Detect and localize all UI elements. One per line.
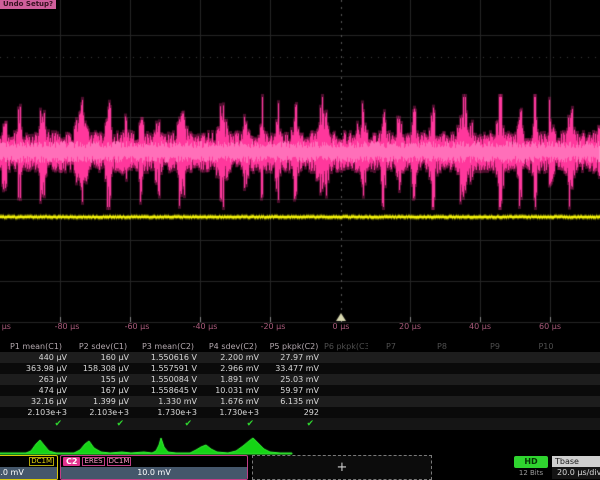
status-check-icon: ✔: [0, 418, 72, 430]
measure-value: 1.891 mV: [202, 374, 264, 385]
histicon-strip[interactable]: [0, 432, 600, 456]
c2-label-chip: C2: [63, 457, 80, 466]
measure-value: 32.16 µV: [0, 396, 72, 407]
measurement-row-min: 263 µV 155 µV 1.550084 V 1.891 mV 25.03 …: [0, 374, 600, 385]
undo-setup-button[interactable]: Undo Setup?: [0, 0, 56, 9]
time-tick-label: 40 µs: [469, 322, 491, 331]
measure-value: 474 µV: [0, 385, 72, 396]
measure-value: 155 µV: [72, 374, 134, 385]
c1-coupling-badge: DC1M: [29, 457, 54, 466]
measure-value: 1.399 µV: [72, 396, 134, 407]
measure-value: 2.103e+3: [0, 407, 72, 418]
measure-value: 2.966 mV: [202, 363, 264, 374]
measure-value: 1.330 mV: [134, 396, 202, 407]
measure-value: 1.550084 V: [134, 374, 202, 385]
waveform-display[interactable]: [0, 0, 600, 340]
measurement-table: P1 mean(C1) P2 sdev(C1) P3 mean(C2) P4 s…: [0, 341, 600, 430]
measure-value: 27.97 mV: [264, 352, 324, 363]
measure-value: 1.550616 V: [134, 352, 202, 363]
hd-mode-badge[interactable]: HD: [514, 456, 548, 468]
status-check-icon: ✔: [134, 418, 202, 430]
measurement-row-sdev: 32.16 µV 1.399 µV 1.330 mV 1.676 mV 6.13…: [0, 396, 600, 407]
time-tick-label: -20 µs: [261, 322, 286, 331]
param-header-p5[interactable]: P5 pkpk(C2): [264, 341, 324, 352]
c2-scale: 10.0 mV: [61, 467, 247, 479]
measure-value: 6.135 mV: [264, 396, 324, 407]
measure-value: 25.03 mV: [264, 374, 324, 385]
oscilloscope-screen: Undo Setup? -100 µs -80 µs -60 µs -40 µs…: [0, 0, 600, 480]
param-header-p8[interactable]: P8: [414, 341, 470, 352]
measure-value: 263 µV: [0, 374, 72, 385]
time-tick-label: -100 µs: [0, 322, 11, 331]
measure-value: 1.676 mV: [202, 396, 264, 407]
measure-value: 1.557591 V: [134, 363, 202, 374]
c1-scale: 10.0 mV: [0, 467, 57, 479]
time-tick-label: -40 µs: [193, 322, 218, 331]
param-header-p2[interactable]: P2 sdev(C1): [72, 341, 134, 352]
measure-value: 33.477 mV: [264, 363, 324, 374]
status-check-icon: ✔: [264, 418, 324, 430]
measurement-row-value: 440 µV 160 µV 1.550616 V 2.200 mV 27.97 …: [0, 352, 600, 363]
timebase-title: Tbase: [552, 456, 600, 467]
measure-value: 1.730e+3: [202, 407, 264, 418]
status-check-icon: ✔: [72, 418, 134, 430]
measure-value: 59.97 mV: [264, 385, 324, 396]
measure-value: 1.730e+3: [134, 407, 202, 418]
param-header-p10[interactable]: P10: [520, 341, 572, 352]
param-header-p3[interactable]: P3 mean(C2): [134, 341, 202, 352]
c2-coupling-badge: DC1M: [107, 457, 132, 466]
measure-value: 2.200 mV: [202, 352, 264, 363]
measure-value: 292: [264, 407, 324, 418]
channel-c1-descriptor[interactable]: DC1M 10.0 mV: [0, 455, 58, 480]
param-header-p7[interactable]: P7: [368, 341, 414, 352]
measurement-header-row: P1 mean(C1) P2 sdev(C1) P3 mean(C2) P4 s…: [0, 341, 600, 352]
measurement-row-max: 474 µV 167 µV 1.558645 V 10.031 mV 59.97…: [0, 385, 600, 396]
time-tick-label: -60 µs: [125, 322, 150, 331]
measure-value: 2.103e+3: [72, 407, 134, 418]
measure-value: 10.031 mV: [202, 385, 264, 396]
time-tick-label: 60 µs: [539, 322, 561, 331]
time-tick-label: 0 µs: [333, 322, 350, 331]
measure-value: 363.98 µV: [0, 363, 72, 374]
measurement-row-num: 2.103e+3 2.103e+3 1.730e+3 1.730e+3 292: [0, 407, 600, 418]
c2-eres-badge: ERES: [82, 457, 104, 466]
timebase-scale: 20.0 µs/div: [552, 467, 600, 479]
measurement-row-status: ✔ ✔ ✔ ✔ ✔: [0, 418, 600, 430]
measurement-row-mean: 363.98 µV 158.308 µV 1.557591 V 2.966 mV…: [0, 363, 600, 374]
measure-value: 1.558645 V: [134, 385, 202, 396]
time-tick-label: -80 µs: [55, 322, 80, 331]
add-trace-button[interactable]: +: [252, 455, 432, 480]
measure-value: 167 µV: [72, 385, 134, 396]
param-header-p4[interactable]: P4 sdev(C2): [202, 341, 264, 352]
measure-value: 158.308 µV: [72, 363, 134, 374]
param-header-p1[interactable]: P1 mean(C1): [0, 341, 72, 352]
measure-value: 440 µV: [0, 352, 72, 363]
status-check-icon: ✔: [202, 418, 264, 430]
timebase-descriptor[interactable]: Tbase 20.0 µs/div: [552, 456, 600, 479]
hd-bits-label: 12 Bits: [512, 469, 550, 477]
channel-c2-descriptor[interactable]: C2 ERES DC1M 10.0 mV: [60, 455, 248, 480]
param-header-p9[interactable]: P9: [470, 341, 520, 352]
time-tick-label: 20 µs: [399, 322, 421, 331]
param-header-p6[interactable]: P6 pkpk(C3): [324, 341, 368, 352]
measure-value: 160 µV: [72, 352, 134, 363]
